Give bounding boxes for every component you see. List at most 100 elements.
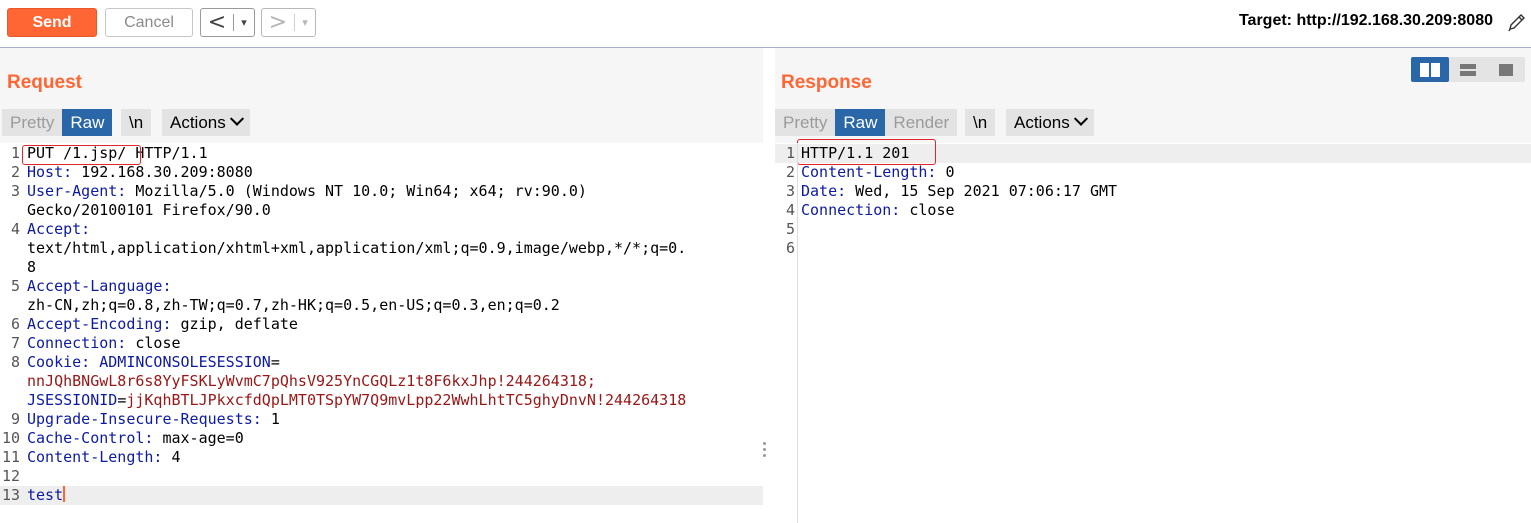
code-line[interactable]: 5 Accept-Language: — [0, 277, 763, 296]
code-line[interactable]: 6 Accept-Encoding: gzip, deflate — [0, 315, 763, 334]
header-value: gzip, deflate — [171, 315, 298, 333]
code-line[interactable]: 9 Upgrade-Insecure-Requests: 1 — [0, 410, 763, 429]
tab-raw[interactable]: Raw — [835, 109, 886, 136]
line-number: 9 — [10, 410, 20, 428]
header-value: text/html,application/xhtml+xml,applicat… — [27, 239, 687, 257]
code-line[interactable]: 2 Content-Length: 0 — [775, 163, 1531, 182]
response-actions-button[interactable]: Actions — [1006, 109, 1094, 136]
code-text: Cookie: ADMINCONSOLESESSION= — [27, 353, 280, 372]
code-line[interactable]: 4 Accept: — [0, 220, 763, 239]
code-line[interactable]: JSESSIONID=jjKqhBTLJPkxcfdQpLMT0TSpYW7Q9… — [0, 391, 763, 410]
header-name: Accept-Encoding: — [27, 315, 172, 333]
line-number: 5 — [785, 220, 795, 238]
code-line[interactable]: 10 Cache-Control: max-age=0 — [0, 429, 763, 448]
code-line[interactable]: 11 Content-Length: 4 — [0, 448, 763, 467]
code-line[interactable]: 5 — [775, 220, 1531, 239]
header-name: Content-Length: — [27, 448, 163, 466]
show-newlines-button[interactable]: \n — [965, 109, 996, 136]
header-name: JSESSIONID — [27, 391, 118, 409]
back-dropdown-icon[interactable]: ▾ — [234, 16, 254, 29]
history-back-group[interactable]: < ▾ — [200, 8, 255, 37]
code-line[interactable]: 8 Cookie: ADMINCONSOLESESSION= — [0, 353, 763, 372]
code-text: Connection: close — [801, 201, 955, 220]
actions-label: Actions — [1014, 113, 1070, 132]
chevron-down-icon — [1073, 111, 1088, 126]
request-header-bg — [0, 48, 763, 143]
send-button[interactable]: Send — [7, 8, 97, 37]
header-value: Mozilla/5.0 (Windows NT 10.0; Win64; x64… — [126, 182, 587, 200]
code-line[interactable]: 4 Connection: close — [775, 201, 1531, 220]
header-value: max-age=0 — [153, 429, 244, 447]
cookie-value: nnJQhBNGwL8r6s8YyFSKLyWvmC7pQhsV925YnCGQ… — [27, 372, 596, 390]
code-text: text/html,application/xhtml+xml,applicat… — [27, 239, 686, 258]
line-number: 7 — [10, 334, 20, 352]
pencil-icon[interactable] — [1506, 11, 1528, 33]
code-text: 8 — [27, 258, 36, 277]
header-name: Cache-Control: — [27, 429, 154, 447]
code-line[interactable]: nnJQhBNGwL8r6s8YyFSKLyWvmC7pQhsV925YnCGQ… — [0, 372, 763, 391]
pane-splitter-handle[interactable] — [763, 442, 767, 460]
code-line[interactable]: 3 Date: Wed, 15 Sep 2021 07:06:17 GMT — [775, 182, 1531, 201]
chevron-down-icon — [229, 111, 244, 126]
code-line[interactable]: 3 User-Agent: Mozilla/5.0 (Windows NT 10.… — [0, 182, 763, 201]
request-actions-button[interactable]: Actions — [162, 109, 250, 136]
code-line[interactable]: 2 Host: 192.168.30.209:8080 — [0, 163, 763, 182]
show-newlines-button[interactable]: \n — [121, 109, 152, 136]
code-line[interactable]: 13 test — [0, 486, 763, 505]
tab-pretty[interactable]: Pretty — [2, 109, 63, 136]
layout-toggle — [1411, 57, 1525, 82]
toolbar: Send Cancel < ▾ > ▾ Target: http://192.1… — [0, 0, 1531, 47]
tab-render[interactable]: Render — [885, 109, 958, 136]
header-value: 1 — [261, 410, 280, 428]
split-vertical-icon[interactable] — [1449, 57, 1487, 82]
header-value: Gecko/20100101 Firefox/90.0 — [27, 201, 271, 219]
header-value: Wed, 15 Sep 2021 07:06:17 GMT — [846, 182, 1118, 200]
cancel-button[interactable]: Cancel — [105, 8, 193, 37]
header-name: test — [27, 486, 64, 504]
request-pane: Request Pretty Raw \n Actions 1 PUT /1.js… — [0, 48, 763, 523]
code-line[interactable]: Gecko/20100101 Firefox/90.0 — [0, 201, 763, 220]
header-name: Accept-Language: — [27, 277, 172, 295]
line-number: 6 — [785, 239, 795, 257]
line-number: 4 — [785, 201, 795, 219]
code-line[interactable]: text/html,application/xhtml+xml,applicat… — [0, 239, 763, 258]
response-view-tabs: Pretty Raw Render — [775, 109, 958, 136]
history-forward-group[interactable]: > ▾ — [261, 8, 316, 37]
line-number: 3 — [10, 182, 20, 200]
highlight-box-status-line — [797, 139, 936, 165]
code-text: Accept-Encoding: gzip, deflate — [27, 315, 298, 334]
tab-raw[interactable]: Raw — [62, 109, 113, 136]
header-name: Connection: — [801, 201, 901, 219]
code-text: User-Agent: Mozilla/5.0 (Windows NT 10.0… — [27, 182, 587, 201]
code-line[interactable]: 8 — [0, 258, 763, 277]
code-line[interactable]: 12 — [0, 467, 763, 486]
code-line[interactable]: 7 Connection: close — [0, 334, 763, 353]
line-number: 2 — [10, 163, 20, 181]
header-value: 192.168.30.209:8080 — [72, 163, 253, 181]
header-name: Accept: — [27, 220, 91, 238]
single-pane-icon[interactable] — [1487, 57, 1525, 82]
request-title: Request — [7, 72, 82, 93]
header-value: 8 — [27, 258, 37, 276]
line-number: 5 — [10, 277, 20, 295]
text-caret — [63, 486, 66, 502]
actions-label: Actions — [170, 113, 226, 132]
back-arrow-icon[interactable]: < — [201, 9, 233, 36]
header-value: zh-CN,zh;q=0.8,zh-TW;q=0.7,zh-HK;q=0.5,e… — [27, 296, 560, 314]
split-horizontal-icon[interactable] — [1411, 57, 1449, 82]
header-value: = — [117, 391, 127, 409]
code-text: Gecko/20100101 Firefox/90.0 — [27, 201, 271, 220]
header-value: = — [270, 353, 280, 371]
tab-pretty[interactable]: Pretty — [775, 109, 836, 136]
forward-arrow-icon[interactable]: > — [262, 9, 294, 36]
forward-dropdown-icon[interactable]: ▾ — [295, 16, 315, 29]
header-name: Host: — [27, 163, 73, 181]
code-line[interactable]: 6 — [775, 239, 1531, 258]
header-name: Date: — [801, 182, 847, 200]
line-number: 1 — [785, 144, 795, 162]
code-text: JSESSIONID=jjKqhBTLJPkxcfdQpLMT0TSpYW7Q9… — [27, 391, 686, 410]
line-number: 4 — [10, 220, 20, 238]
response-editor[interactable]: 1 HTTP/1.1 201 2 Content-Length: 0 3 Date: We… — [775, 139, 1531, 523]
request-editor[interactable]: 1 PUT /1.jsp/ HTTP/1.1 2 Host: 192.168.30.2… — [0, 144, 763, 523]
code-line[interactable]: zh-CN,zh;q=0.8,zh-TW;q=0.7,zh-HK;q=0.5,e… — [0, 296, 763, 315]
